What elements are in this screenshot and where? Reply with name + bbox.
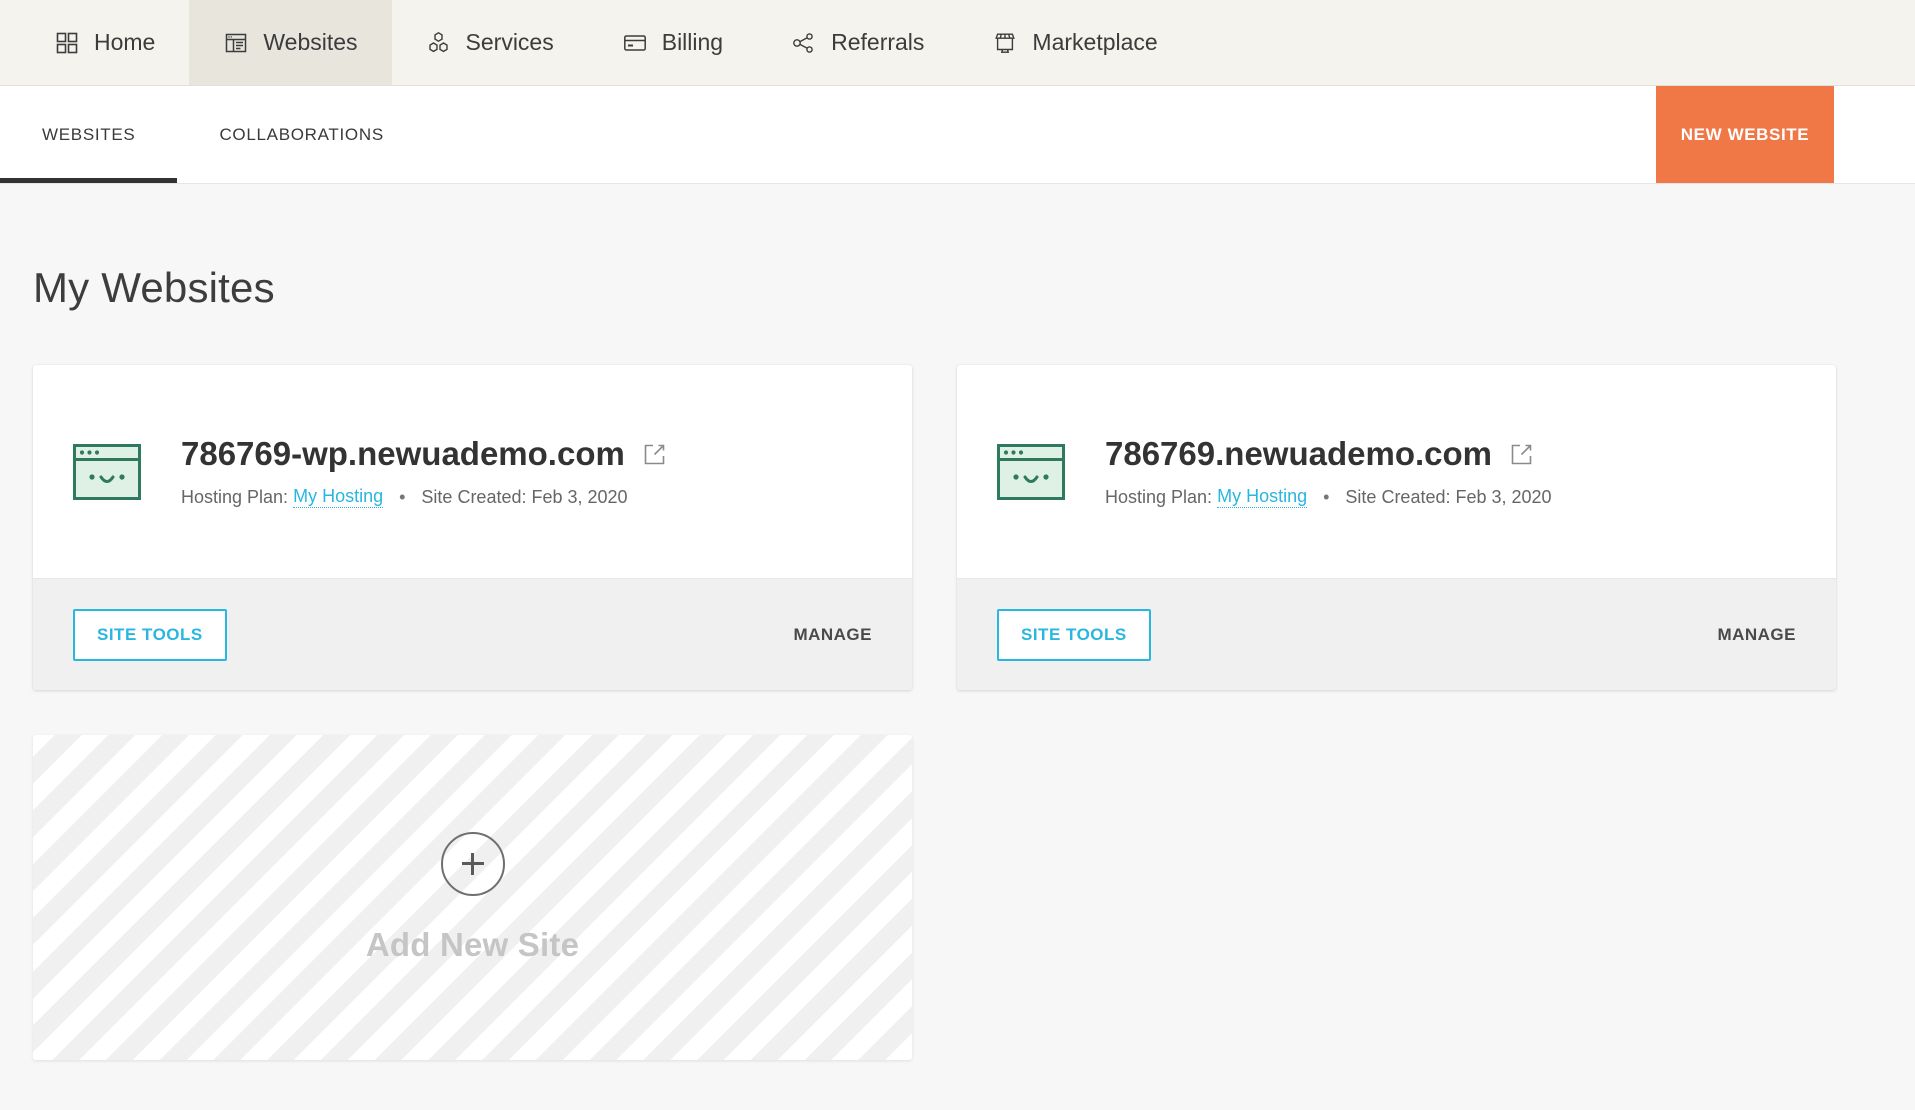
subnav-right-fill xyxy=(1834,86,1915,183)
page-title: My Websites xyxy=(33,264,275,311)
nav-item-marketplace[interactable]: Marketplace xyxy=(958,0,1191,85)
new-website-button[interactable]: NEW WEBSITE xyxy=(1656,86,1834,183)
website-domain: 786769-wp.newuademo.com xyxy=(181,435,625,472)
nav-item-home[interactable]: Home xyxy=(0,0,189,85)
subnav-tab-list: WEBSITES COLLABORATIONS xyxy=(0,86,426,183)
nav-item-services[interactable]: Services xyxy=(392,0,588,85)
site-smiley-browser-icon xyxy=(997,443,1065,500)
nav-item-websites-label: Websites xyxy=(263,29,358,55)
hosting-plan-prefix: Hosting Plan: xyxy=(181,486,289,507)
site-tools-button[interactable]: SITE TOOLS xyxy=(997,608,1151,661)
nav-item-billing-label: Billing xyxy=(661,29,724,55)
site-smiley-browser-icon xyxy=(73,443,141,500)
nav-item-referrals-label: Referrals xyxy=(831,29,925,55)
website-card: 786769.newuademo.com Hosting Plan: My Ho… xyxy=(957,365,1836,690)
external-link-icon[interactable] xyxy=(1510,443,1533,466)
plus-icon xyxy=(440,831,505,896)
nav-item-billing[interactable]: Billing xyxy=(588,0,757,85)
plus-glyph xyxy=(461,852,484,875)
site-tools-button[interactable]: SITE TOOLS xyxy=(73,608,227,661)
website-domain: 786769.newuademo.com xyxy=(1105,435,1493,472)
website-card-body: 786769-wp.newuademo.com Hosting Plan: My… xyxy=(33,365,912,578)
website-domain-row: 786769.newuademo.com xyxy=(1105,435,1796,473)
website-card-info: 786769-wp.newuademo.com Hosting Plan: My… xyxy=(181,435,872,508)
nav-item-websites[interactable]: Websites xyxy=(189,0,392,85)
grid-icon xyxy=(54,30,80,56)
tab-collaborations[interactable]: COLLABORATIONS xyxy=(177,86,425,183)
meta-separator: • xyxy=(1323,486,1330,507)
manage-button[interactable]: MANAGE xyxy=(1717,625,1796,645)
website-card-grid: 786769-wp.newuademo.com Hosting Plan: My… xyxy=(33,365,1883,1060)
manage-button[interactable]: MANAGE xyxy=(793,625,872,645)
tab-websites-label: WEBSITES xyxy=(42,124,136,144)
website-card-footer: SITE TOOLS MANAGE xyxy=(957,578,1836,690)
storefront-icon xyxy=(992,30,1018,56)
website-card-meta: Hosting Plan: My Hosting • Site Created:… xyxy=(181,486,872,508)
hosting-plan-prefix: Hosting Plan: xyxy=(1105,486,1213,507)
nav-item-marketplace-label: Marketplace xyxy=(1032,29,1158,55)
website-card-footer: SITE TOOLS MANAGE xyxy=(33,578,912,690)
nav-item-referrals[interactable]: Referrals xyxy=(757,0,958,85)
hexagons-icon xyxy=(426,30,452,56)
hosting-plan-link[interactable]: My Hosting xyxy=(1217,486,1308,508)
primary-navigation-bar: Home Websites Services Billing Referrals… xyxy=(0,0,1915,86)
secondary-navigation-bar: WEBSITES COLLABORATIONS NEW WEBSITE xyxy=(0,86,1915,183)
website-card: 786769-wp.newuademo.com Hosting Plan: My… xyxy=(33,365,912,690)
add-new-site-card[interactable]: Add New Site xyxy=(33,735,912,1060)
site-created-text: Site Created: Feb 3, 2020 xyxy=(1345,486,1552,507)
add-new-site-label: Add New Site xyxy=(365,925,580,963)
website-card-info: 786769.newuademo.com Hosting Plan: My Ho… xyxy=(1105,435,1796,508)
credit-card-icon xyxy=(622,30,648,56)
hosting-plan-link[interactable]: My Hosting xyxy=(293,486,384,508)
subnav-spacer xyxy=(426,86,1656,183)
tab-collaborations-label: COLLABORATIONS xyxy=(219,124,384,144)
website-card-meta: Hosting Plan: My Hosting • Site Created:… xyxy=(1105,486,1796,508)
website-domain-row: 786769-wp.newuademo.com xyxy=(181,435,872,473)
meta-separator: • xyxy=(399,486,406,507)
nav-item-home-label: Home xyxy=(94,29,156,55)
tab-websites[interactable]: WEBSITES xyxy=(0,86,178,183)
website-card-body: 786769.newuademo.com Hosting Plan: My Ho… xyxy=(957,365,1836,578)
main-content-area: My Websites 786769-wp.newuademo.com Host… xyxy=(0,183,1915,1110)
nav-item-services-label: Services xyxy=(465,29,554,55)
browser-icon xyxy=(223,30,249,56)
share-nodes-icon xyxy=(791,30,817,56)
site-created-text: Site Created: Feb 3, 2020 xyxy=(421,486,628,507)
external-link-icon[interactable] xyxy=(643,443,666,466)
